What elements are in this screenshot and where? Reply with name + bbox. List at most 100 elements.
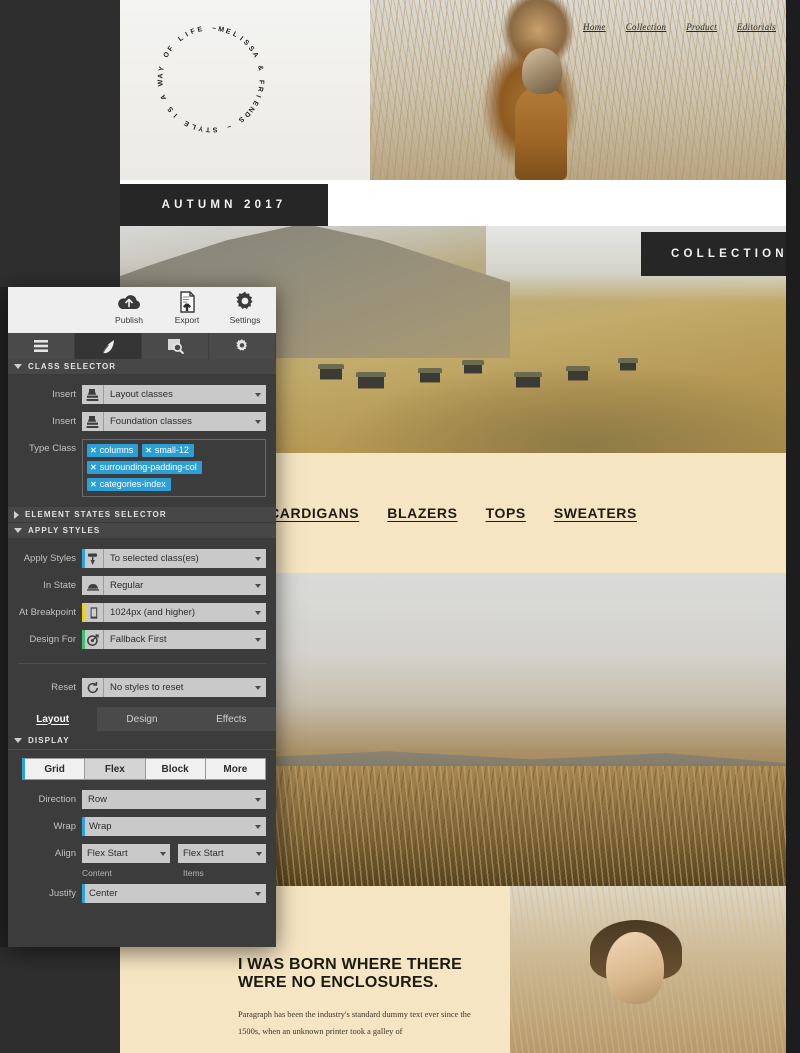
- nav-link-collection[interactable]: Collection: [626, 22, 667, 32]
- category-link-sweaters[interactable]: SWEATERS: [554, 505, 637, 521]
- justify-value: Center: [89, 888, 118, 899]
- hut-5: [514, 372, 542, 387]
- class-tag-list[interactable]: ✕ columns ✕ small-12 ✕ surrounding-padding-…: [82, 439, 266, 497]
- cloud-upload-icon: [117, 290, 141, 314]
- settings-label: Settings: [229, 315, 261, 325]
- insert-foundation-select[interactable]: Foundation classes: [104, 412, 266, 431]
- design-for-value: Fallback First: [110, 634, 167, 645]
- section-class-selector[interactable]: CLASS SELECTOR: [8, 359, 276, 375]
- section-display[interactable]: DISPLAY: [8, 731, 276, 749]
- display-mode-more[interactable]: More: [205, 758, 266, 780]
- hut-2: [356, 372, 386, 388]
- stamp-icon[interactable]: [82, 385, 104, 404]
- chevron-down-icon: [255, 891, 261, 896]
- class-tag[interactable]: ✕ categories-index: [87, 478, 171, 491]
- class-tag[interactable]: ✕ small-12: [142, 444, 194, 457]
- paint-roller-icon[interactable]: [82, 549, 104, 568]
- insert-layout-value: Layout classes: [110, 389, 173, 400]
- wrap-value: Wrap: [89, 821, 112, 832]
- class-tag[interactable]: ✕ surrounding-padding-col: [87, 461, 202, 474]
- style-category-tabs: Layout Design Effects: [8, 707, 276, 731]
- remove-class-icon[interactable]: ✕: [90, 446, 97, 455]
- insert-layout-label: Insert: [52, 389, 76, 400]
- remove-class-icon[interactable]: ✕: [90, 480, 97, 489]
- tab-settings[interactable]: [209, 333, 276, 359]
- apply-styles-select[interactable]: To selected class(es): [104, 549, 266, 568]
- section-apply-styles[interactable]: APPLY STYLES: [8, 523, 276, 539]
- state-icon[interactable]: [82, 576, 104, 595]
- chevron-down-icon: [255, 392, 261, 397]
- display-mode-flex[interactable]: Flex: [85, 758, 146, 780]
- row-direction: Direction Row: [8, 782, 276, 813]
- target-icon[interactable]: [82, 630, 104, 649]
- chevron-down-icon: [255, 610, 261, 615]
- reset-icon[interactable]: [82, 678, 104, 697]
- chevron-down-icon: [256, 851, 262, 856]
- category-link-blazers[interactable]: BLAZERS: [387, 505, 457, 521]
- remove-class-icon[interactable]: ✕: [90, 463, 97, 472]
- nav-link-home[interactable]: Home: [583, 22, 606, 32]
- row-insert-foundation: Insert Foundation classes: [8, 408, 276, 435]
- insert-foundation-value: Foundation classes: [110, 416, 192, 427]
- tab-layout[interactable]: Layout: [8, 707, 98, 731]
- category-link-tops[interactable]: TOPS: [486, 505, 526, 521]
- row-design-for: Design For Fallback First: [8, 626, 276, 653]
- reset-label: Reset: [51, 682, 76, 693]
- breakpoint-icon[interactable]: [82, 603, 104, 622]
- nav-link-product[interactable]: Product: [686, 22, 717, 32]
- tab-inspect[interactable]: [142, 333, 209, 359]
- site-nav[interactable]: Home Collection Product Editorials: [583, 22, 776, 32]
- reset-select[interactable]: No styles to reset: [104, 678, 266, 697]
- section-title: CLASS SELECTOR: [28, 362, 117, 371]
- row-at-breakpoint: At Breakpoint 1024px (and higher): [8, 599, 276, 626]
- chevron-down-icon: [255, 419, 261, 424]
- align-label: Align: [54, 848, 76, 859]
- category-link-cardigans[interactable]: CARDIGANS: [269, 505, 359, 521]
- justify-select[interactable]: Center: [82, 884, 266, 903]
- article-photo: [510, 886, 786, 1053]
- design-for-label: Design For: [29, 634, 76, 645]
- publish-button[interactable]: Publish: [108, 290, 150, 325]
- caret-down-icon: [14, 737, 22, 743]
- hut-7: [618, 358, 638, 370]
- accent-bar-blue: [82, 549, 85, 568]
- direction-select[interactable]: Row: [82, 790, 266, 809]
- display-mode-grid[interactable]: Grid: [25, 758, 86, 780]
- caret-right-icon: [14, 510, 19, 519]
- align-content-select[interactable]: Flex Start: [82, 844, 170, 863]
- stamp-icon[interactable]: [82, 412, 104, 431]
- nav-link-editorials[interactable]: Editorials: [737, 22, 776, 32]
- in-state-select[interactable]: Regular: [104, 576, 266, 595]
- design-for-select[interactable]: Fallback First: [104, 630, 266, 649]
- in-state-value: Regular: [110, 580, 144, 591]
- reset-value: No styles to reset: [110, 682, 184, 693]
- panel-toolbar: Publish Export Settings: [8, 287, 276, 333]
- row-apply-styles: Apply Styles To selected class(es): [8, 545, 276, 572]
- insert-layout-select[interactable]: Layout classes: [104, 385, 266, 404]
- tab-style[interactable]: [75, 333, 142, 359]
- section-title: ELEMENT STATES SELECTOR: [25, 510, 167, 519]
- wrap-label: Wrap: [53, 821, 76, 832]
- tab-design[interactable]: Design: [97, 707, 186, 731]
- class-tag-label: categories-index: [99, 479, 166, 489]
- at-breakpoint-select[interactable]: 1024px (and higher): [104, 603, 266, 622]
- pen-icon: [100, 338, 117, 355]
- align-items-select[interactable]: Flex Start: [178, 844, 266, 863]
- publish-label: Publish: [115, 315, 143, 325]
- accent-bar-green: [82, 630, 85, 649]
- export-button[interactable]: Export: [166, 290, 208, 325]
- settings-button[interactable]: Settings: [224, 290, 266, 325]
- tab-list[interactable]: [8, 333, 75, 359]
- class-tag[interactable]: ✕ columns: [87, 444, 139, 457]
- gear-icon: [234, 338, 250, 354]
- section-element-states-selector[interactable]: ELEMENT STATES SELECTOR: [8, 507, 276, 523]
- brand-logo-circular: M E L I S S A & F R I E N D S ~ S T Y L E I S A W A Y O F L I F E ~: [157, 25, 265, 133]
- align-captions: Content Items: [8, 868, 276, 878]
- tab-effects[interactable]: Effects: [187, 707, 276, 731]
- remove-class-icon[interactable]: ✕: [145, 446, 152, 455]
- class-tag-label: small-12: [154, 445, 189, 455]
- wrap-select[interactable]: Wrap: [82, 817, 266, 836]
- align-items-value: Flex Start: [183, 848, 224, 859]
- insert-foundation-label: Insert: [52, 416, 76, 427]
- display-mode-block[interactable]: Block: [145, 758, 206, 780]
